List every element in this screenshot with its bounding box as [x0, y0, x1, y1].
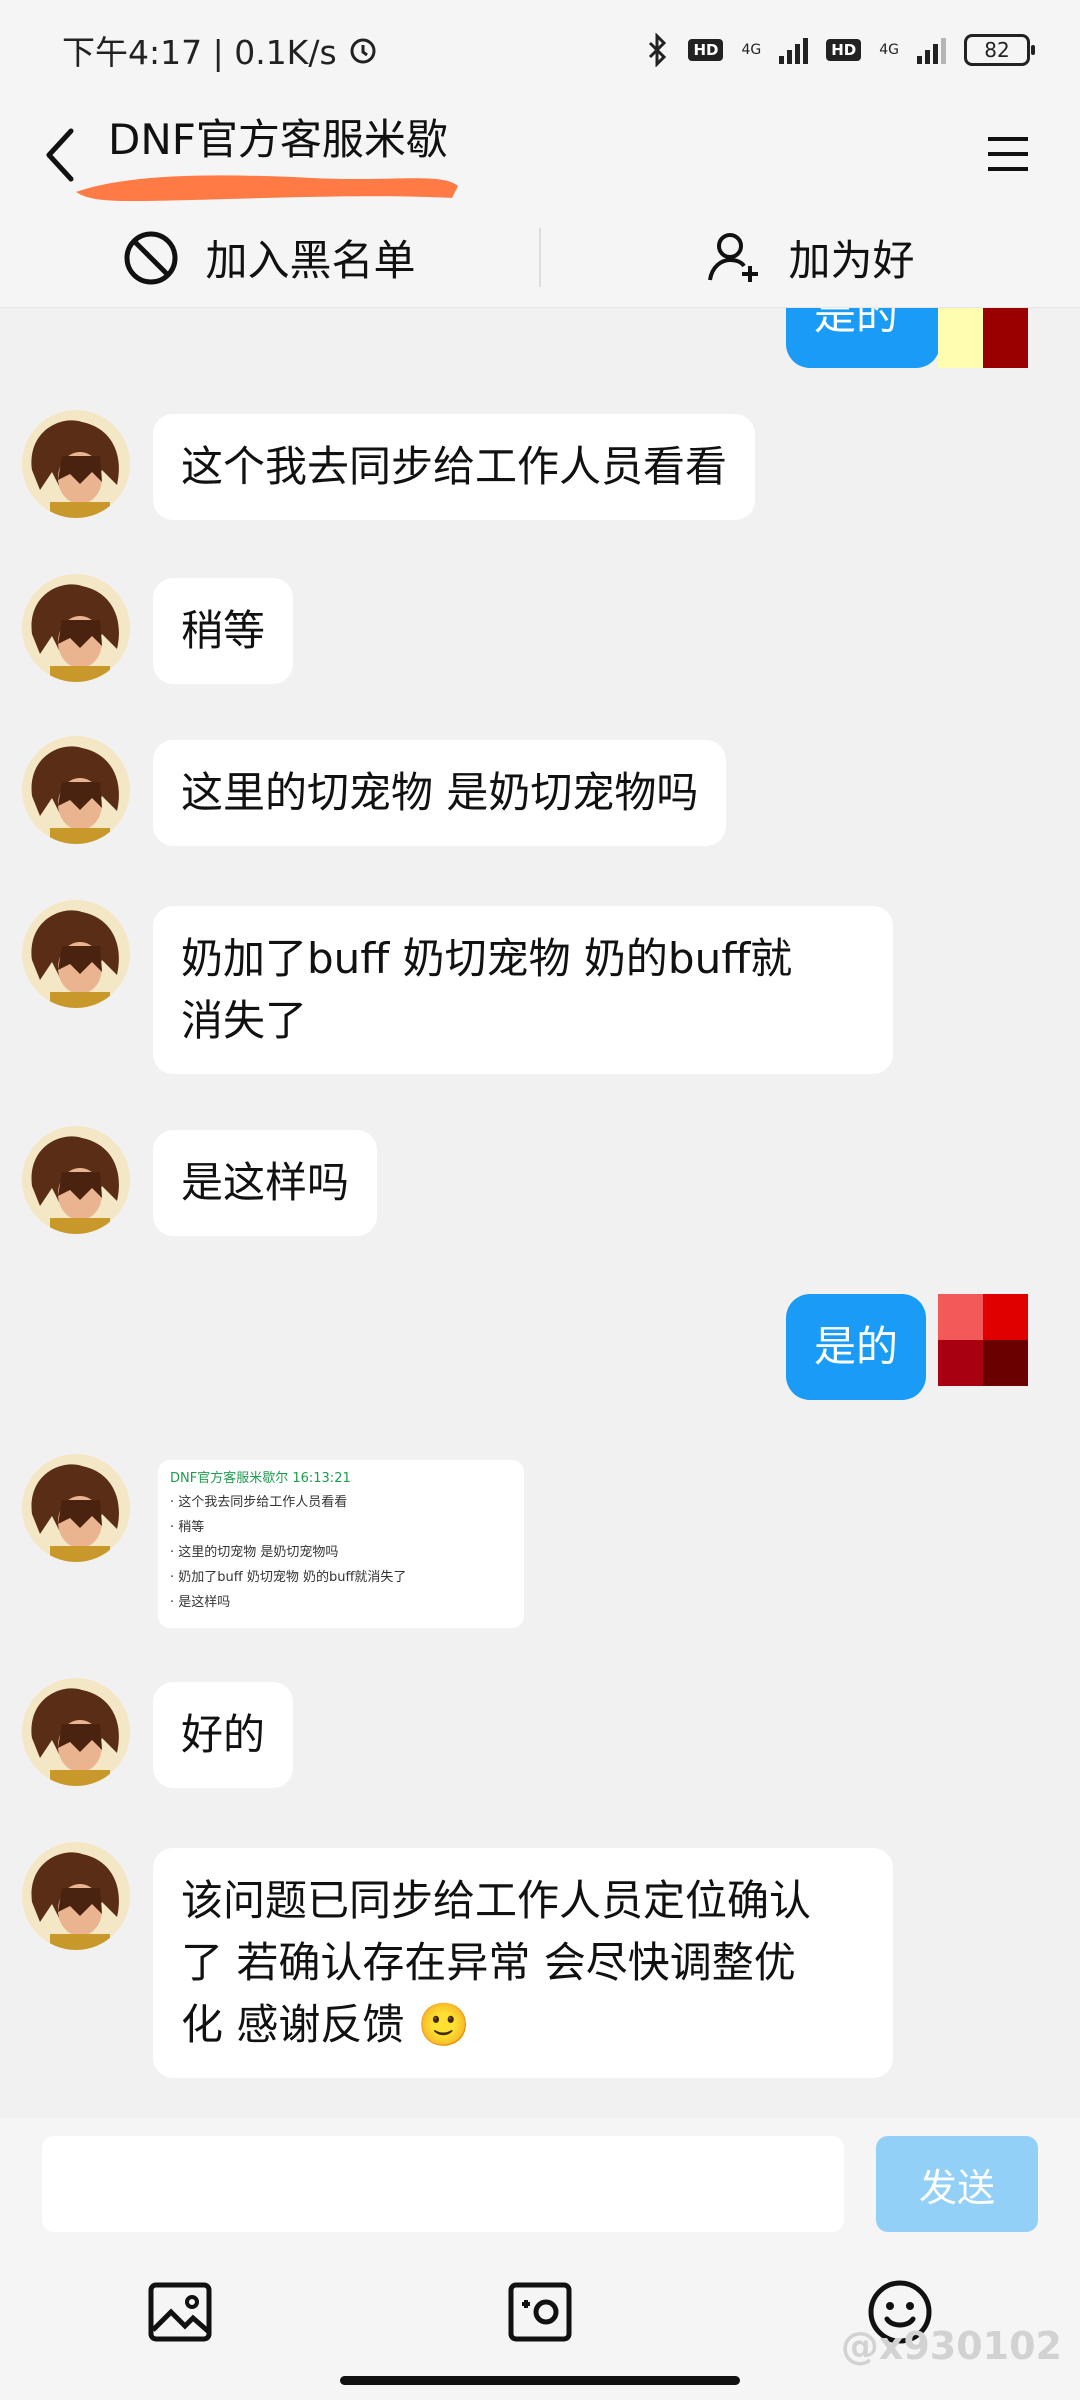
image-line: · 是这样吗 [170, 1595, 231, 1610]
network-type: 4G [741, 42, 762, 58]
message-incoming[interactable]: 这里的切宠物 是奶切宠物吗 [153, 740, 727, 846]
action-bar: 加入黑名单 加为好 [0, 208, 1080, 308]
blacklist-button[interactable]: 加入黑名单 [0, 208, 539, 307]
message-text: 稍等 [181, 606, 266, 655]
status-icons: HD 4G HD 4G 82 [646, 33, 1035, 67]
home-indicator[interactable] [340, 2376, 740, 2385]
send-button[interactable]: 发送 [876, 2136, 1038, 2232]
image-line: · 这个我去同步给工作人员看看 [170, 1495, 348, 1510]
message-incoming[interactable]: 是这样吗 [153, 1130, 378, 1236]
message-outgoing[interactable]: 是的 [786, 308, 940, 368]
blacklist-label: 加入黑名单 [205, 236, 416, 285]
camera-icon [508, 2282, 572, 2342]
alarm-icon [350, 38, 376, 64]
message-text: 好的 [181, 1710, 266, 1759]
gallery-button[interactable] [140, 2272, 220, 2352]
watermark: @x930102 [840, 2324, 1062, 2368]
message-text-line: 该问题已同步给工作人员定位确认 [181, 1876, 812, 1925]
signal-icon [779, 36, 809, 64]
status-time-text: 下午4:17 | 0.1K/s [62, 33, 337, 72]
message-input[interactable] [42, 2136, 844, 2232]
hd-badge-2: HD [826, 39, 862, 61]
message-incoming[interactable]: 稍等 [153, 578, 294, 684]
status-time: 下午4:17 | 0.1K/s [62, 26, 379, 74]
input-bar: 发送 [0, 2118, 1080, 2240]
add-user-icon [708, 232, 759, 282]
signal-icon-2 [917, 36, 946, 64]
network-type-2: 4G [879, 42, 899, 58]
message-text: 这个我去同步给工作人员看看 [181, 442, 728, 491]
redaction-scribble [76, 175, 458, 202]
image-message[interactable]: DNF官方客服米歇尔 16:13:21 · 这个我去同步给工作人员看看 · 稍等… [158, 1460, 524, 1628]
message-text-line: 消失了 [181, 996, 308, 1045]
image-icon [148, 2282, 212, 2342]
add-friend-label: 加为好 [788, 236, 915, 285]
avatar[interactable] [22, 410, 130, 518]
message-text: 是这样吗 [181, 1158, 350, 1207]
bluetooth-icon [649, 33, 667, 67]
message-text: 是的 [814, 1322, 899, 1371]
battery-icon: 82 [964, 34, 1035, 66]
message-text: 这里的切宠物 是奶切宠物吗 [181, 768, 699, 817]
menu-icon [988, 137, 1028, 171]
message-incoming[interactable]: 好的 [153, 1682, 294, 1788]
image-header: DNF官方客服米歇尔 16:13:21 [170, 1471, 351, 1486]
message-outgoing[interactable]: 是的 [786, 1294, 927, 1400]
avatar[interactable] [22, 1126, 130, 1234]
avatar[interactable] [22, 736, 130, 844]
avatar[interactable] [22, 1454, 130, 1562]
menu-button[interactable] [976, 122, 1040, 186]
avatar[interactable] [22, 1678, 130, 1786]
hd-badge: HD [688, 39, 724, 61]
camera-button[interactable] [500, 2272, 580, 2352]
avatar[interactable] [22, 1842, 130, 1950]
bottom-toolbar: @x930102 [0, 2240, 1080, 2400]
image-line: · 稍等 [170, 1520, 205, 1535]
avatar[interactable] [22, 900, 130, 1008]
avatar[interactable] [22, 574, 130, 682]
image-line: · 这里的切宠物 是奶切宠物吗 [170, 1545, 339, 1560]
message-incoming[interactable]: 这个我去同步给工作人员看看 [153, 414, 756, 520]
message-incoming[interactable]: 该问题已同步给工作人员定位确认 了 若确认存在异常 会尽快调整优 化 感谢反馈 … [153, 1848, 893, 2078]
sticker-image[interactable] [938, 1294, 1028, 1386]
chat-list[interactable]: 是的 这个我去同步给工作人员看看 稍等 这里的切宠物 是奶切宠物吗 奶加了buf… [0, 308, 1080, 2118]
chat-title: DNF官方客服米歇 [108, 115, 448, 164]
status-bar: 下午4:17 | 0.1K/s HD 4G HD 4G 82 [0, 0, 1080, 100]
block-icon [124, 231, 178, 284]
message-text-line: 奶加了buff 奶切宠物 奶的buff就 [181, 934, 793, 983]
message-text: 是的 [814, 308, 899, 339]
message-text-line: 化 感谢反馈 🙂 [181, 2000, 470, 2049]
sticker-image[interactable] [938, 308, 1028, 368]
message-incoming[interactable]: 奶加了buff 奶切宠物 奶的buff就 消失了 [153, 906, 893, 1074]
chat-header: DNF官方客服米歇 [0, 100, 1080, 208]
add-friend-button[interactable]: 加为好 [541, 208, 1080, 307]
image-line: · 奶加了buff 奶切宠物 奶的buff就消失了 [170, 1570, 407, 1585]
message-text-line: 了 若确认存在异常 会尽快调整优 [181, 1938, 796, 1987]
